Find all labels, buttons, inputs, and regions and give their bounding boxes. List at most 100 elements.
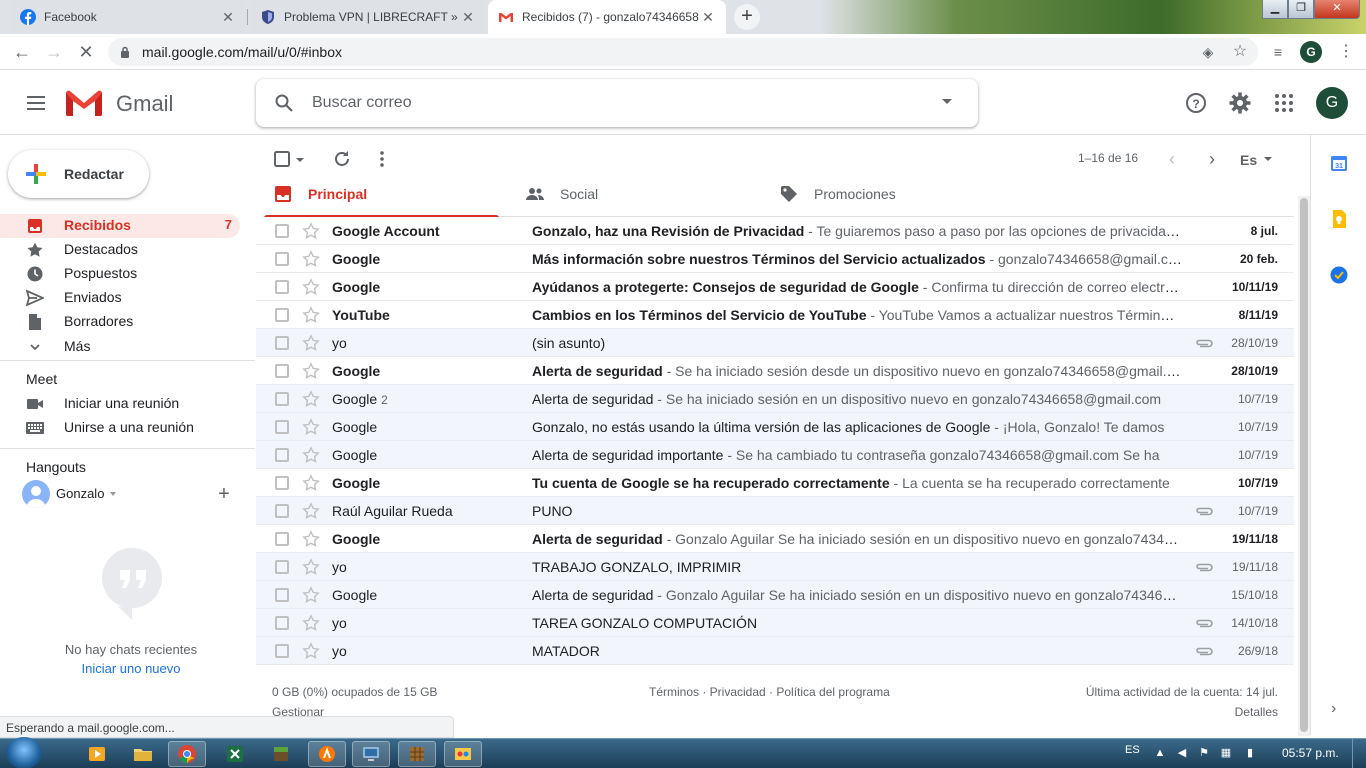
nav-item-starred[interactable]: Destacados: [0, 238, 240, 262]
bookmark-star-icon[interactable]: ☆: [1232, 44, 1248, 60]
meet-start-meeting[interactable]: Iniciar una reunión: [0, 392, 240, 416]
refresh-icon[interactable]: [332, 149, 352, 169]
activity-details-link[interactable]: Detalles: [1235, 705, 1278, 719]
tasks-icon[interactable]: [1329, 265, 1349, 285]
star-outline-icon[interactable]: [302, 250, 320, 268]
nav-item-more[interactable]: Más: [0, 335, 240, 359]
hangouts-user-name[interactable]: Gonzalo: [56, 486, 104, 501]
star-outline-icon[interactable]: [302, 334, 320, 352]
language-chevron-icon[interactable]: [1264, 157, 1272, 161]
star-outline-icon[interactable]: [302, 586, 320, 604]
settings-gear-icon[interactable]: [1228, 91, 1252, 115]
window-close-button[interactable]: ✕: [1314, 0, 1360, 19]
network-status-icon[interactable]: ▦: [1220, 747, 1232, 759]
nav-item-inbox[interactable]: Recibidos 7: [0, 214, 240, 238]
calendar-icon[interactable]: 31: [1329, 153, 1349, 173]
forward-button[interactable]: →: [42, 40, 66, 64]
star-outline-icon[interactable]: [302, 306, 320, 324]
new-chat-add-button[interactable]: +: [214, 484, 234, 504]
compose-button[interactable]: Redactar: [8, 150, 149, 198]
row-checkbox[interactable]: [275, 560, 289, 574]
email-row[interactable]: Google Ayúdanos a protegerte: Consejos d…: [256, 273, 1294, 301]
meet-join-meeting[interactable]: Unirse a una reunión: [0, 416, 240, 440]
row-checkbox[interactable]: [275, 504, 289, 518]
address-bar[interactable]: mail.google.com/mail/u/0/#inbox ◈ ☆: [108, 38, 1258, 66]
chrome-menu-icon[interactable]: ⋮: [1338, 40, 1354, 64]
search-input[interactable]: [312, 92, 912, 114]
search-box[interactable]: [256, 79, 978, 127]
star-outline-icon[interactable]: [302, 362, 320, 380]
email-row[interactable]: Google Alerta de seguridad - Gonzalo Agu…: [256, 581, 1294, 609]
nav-item-sent[interactable]: Enviados: [0, 286, 240, 310]
star-outline-icon[interactable]: [302, 530, 320, 548]
email-row[interactable]: Google Alerta de seguridad - Se ha inici…: [256, 357, 1294, 385]
row-checkbox[interactable]: [275, 448, 289, 462]
email-row[interactable]: Google Tu cuenta de Google se ha recuper…: [256, 469, 1294, 497]
row-checkbox[interactable]: [275, 532, 289, 546]
action-center-flag-icon[interactable]: ⚑: [1198, 747, 1210, 759]
tab-close-icon[interactable]: ✕: [220, 9, 236, 25]
star-outline-icon[interactable]: [302, 390, 320, 408]
email-row[interactable]: yo TRABAJO GONZALO, IMPRIMIR 19/11/18: [256, 553, 1294, 581]
email-row[interactable]: YouTube Cambios en los Términos del Serv…: [256, 301, 1294, 329]
tab-principal[interactable]: Principal: [264, 183, 499, 218]
scrollbar-thumb[interactable]: [1300, 198, 1308, 732]
keyboard-language-indicator[interactable]: ES: [1125, 744, 1140, 756]
more-options-icon[interactable]: [372, 149, 392, 169]
minecraft-block-icon[interactable]: [398, 741, 436, 767]
search-icon[interactable]: [274, 93, 294, 113]
star-outline-icon[interactable]: [302, 502, 320, 520]
row-checkbox[interactable]: [275, 420, 289, 434]
stop-loading-button[interactable]: ✕: [74, 40, 98, 64]
windows-start-button[interactable]: [6, 737, 42, 768]
next-page-chevron-icon[interactable]: ›: [1202, 149, 1222, 169]
nav-item-snoozed[interactable]: Pospuestos: [0, 262, 240, 286]
terms-privacy-links[interactable]: Términos · Privacidad · Política del pro…: [649, 685, 890, 699]
row-checkbox[interactable]: [275, 308, 289, 322]
media-player-icon[interactable]: [78, 741, 116, 767]
hangouts-status-chevron-icon[interactable]: [110, 492, 116, 496]
paint-icon[interactable]: [444, 741, 482, 767]
show-desktop-button[interactable]: [1352, 739, 1366, 768]
email-row[interactable]: Google Más información sobre nuestros Té…: [256, 245, 1294, 273]
tab-gmail[interactable]: Recibidos (7) - gonzalo74346658 ✕: [488, 0, 726, 34]
back-button[interactable]: ←: [10, 40, 34, 64]
star-outline-icon[interactable]: [302, 446, 320, 464]
input-language-selector[interactable]: Es: [1240, 152, 1257, 168]
chrome-profile-avatar[interactable]: G: [1300, 41, 1322, 63]
tab-librecraft[interactable]: Problema VPN | LIBRECRAFT » Fo ✕: [250, 0, 486, 34]
tab-close-icon[interactable]: ✕: [460, 9, 476, 25]
star-outline-icon[interactable]: [302, 222, 320, 240]
email-row[interactable]: Google Gonzalo, no estás usando la últim…: [256, 413, 1294, 441]
row-checkbox[interactable]: [275, 364, 289, 378]
star-outline-icon[interactable]: [302, 278, 320, 296]
extension-icon[interactable]: ◈: [1200, 44, 1216, 60]
search-options-chevron-icon[interactable]: [942, 99, 952, 104]
star-outline-icon[interactable]: [302, 642, 320, 660]
row-checkbox[interactable]: [275, 644, 289, 658]
help-icon[interactable]: ?: [1184, 91, 1208, 115]
tab-facebook[interactable]: Facebook ✕: [10, 0, 246, 34]
email-row[interactable]: yo MATADOR 26/9/18: [256, 637, 1294, 665]
account-avatar[interactable]: G: [1316, 87, 1348, 119]
row-checkbox[interactable]: [275, 616, 289, 630]
select-all-checkbox[interactable]: [272, 149, 292, 169]
row-checkbox[interactable]: [275, 476, 289, 490]
star-outline-icon[interactable]: [302, 418, 320, 436]
gmail-logo-icon[interactable]: [64, 88, 104, 118]
reading-list-icon[interactable]: ≡: [1270, 44, 1286, 60]
row-checkbox[interactable]: [275, 588, 289, 602]
tab-social[interactable]: Social: [516, 183, 751, 217]
email-row[interactable]: Google Alerta de seguridad - Gonzalo Agu…: [256, 525, 1294, 553]
file-explorer-icon[interactable]: [124, 741, 162, 767]
row-checkbox[interactable]: [275, 252, 289, 266]
tab-close-icon[interactable]: ✕: [700, 9, 716, 25]
email-row[interactable]: Google 2 Alerta de seguridad - Se ha inic…: [256, 385, 1294, 413]
power-icon[interactable]: ▮: [1244, 747, 1256, 759]
keep-icon[interactable]: [1329, 209, 1349, 229]
email-row[interactable]: yo (sin asunto) 28/10/19: [256, 329, 1294, 357]
row-checkbox[interactable]: [275, 280, 289, 294]
main-menu-icon[interactable]: [24, 91, 48, 115]
expand-side-panel-chevron-icon[interactable]: ›: [1331, 701, 1347, 717]
system-clock[interactable]: 05:57 p.m.: [1282, 746, 1339, 760]
